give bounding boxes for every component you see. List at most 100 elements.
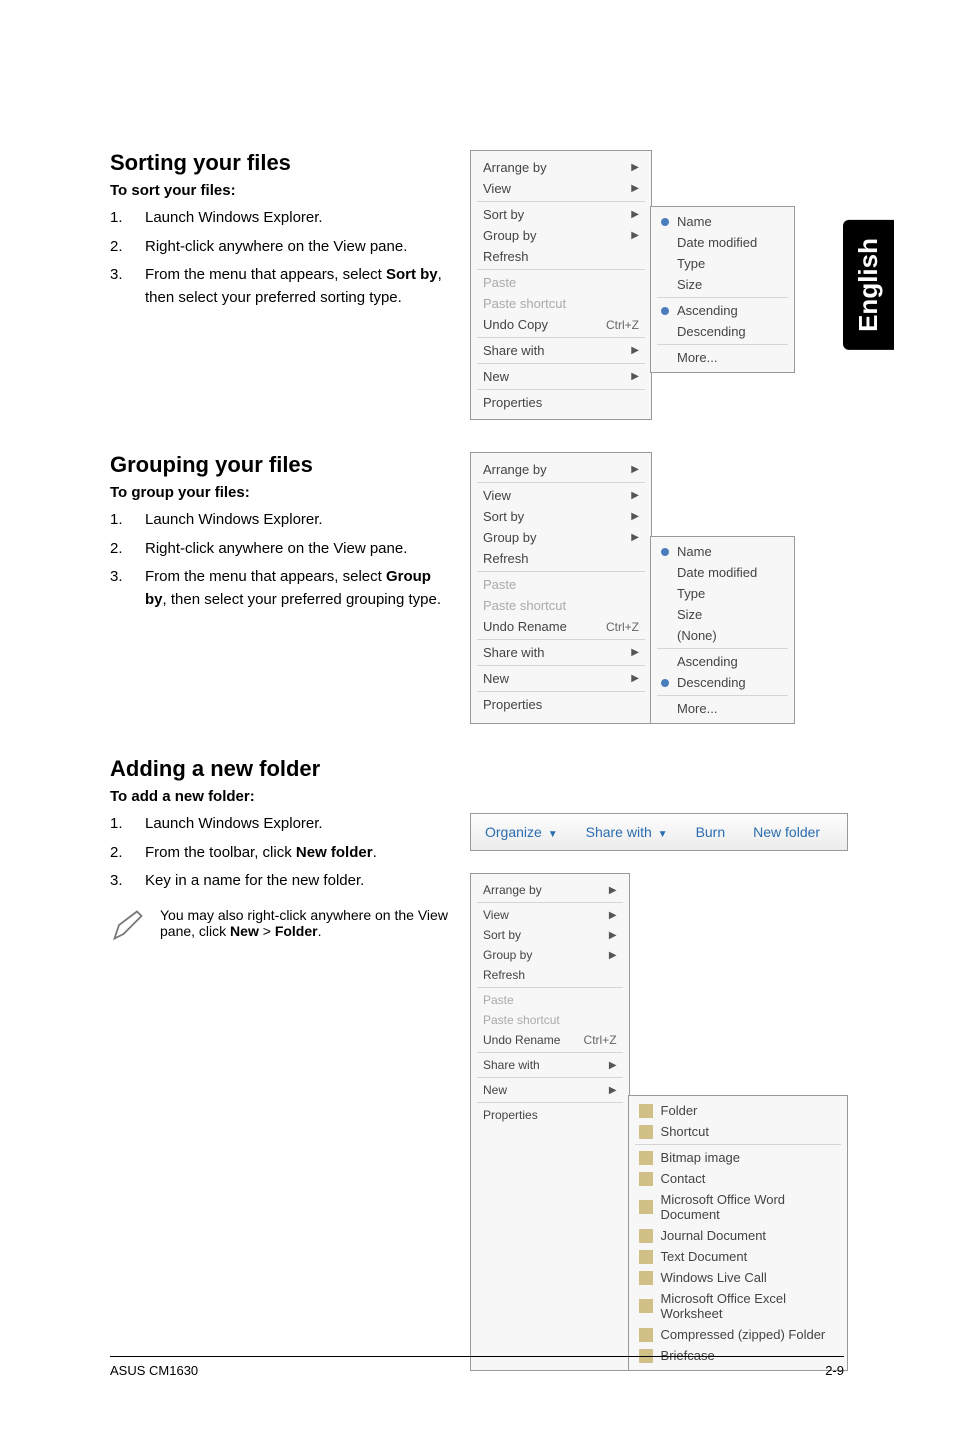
menu-item[interactable]: View▶ — [471, 905, 629, 925]
menu-item[interactable]: Paste — [471, 272, 651, 293]
menu-item[interactable]: Paste shortcut — [471, 1010, 629, 1030]
submenu-item[interactable]: Date modified — [651, 562, 794, 583]
note-box: You may also right-click anywhere on the… — [110, 907, 450, 943]
menu-item[interactable]: New▶ — [471, 1080, 629, 1100]
subhead-newfolder: To add a new folder: — [110, 788, 844, 805]
menu-item[interactable]: View▶ — [471, 485, 651, 506]
section-sorting: Sorting your files To sort your files: 1… — [110, 150, 844, 420]
file-type-icon — [639, 1125, 653, 1139]
menu-item[interactable]: Group by▶ — [471, 945, 629, 965]
submenu-item[interactable]: Descending — [651, 672, 794, 693]
submenu-item[interactable]: Date modified — [651, 232, 794, 253]
menu-item[interactable]: Paste — [471, 574, 651, 595]
menu-item[interactable]: Sort by▶ — [471, 204, 651, 225]
submenu-sortby: NameDate modifiedTypeSize AscendingDescen… — [650, 206, 795, 373]
submenu-item[interactable]: Descending — [651, 321, 794, 342]
menu-item[interactable]: View▶ — [471, 178, 651, 199]
chevron-right-icon: ▶ — [631, 162, 639, 173]
menu-item[interactable]: New▶ — [471, 668, 651, 689]
steps-newfolder: 1.Launch Windows Explorer. 2.From the to… — [110, 813, 450, 893]
submenu-item[interactable]: Contact — [629, 1168, 847, 1189]
menu-item[interactable]: Properties — [471, 392, 651, 413]
chevron-right-icon: ▶ — [631, 511, 639, 522]
bullet-icon — [661, 307, 669, 315]
file-type-icon — [639, 1229, 653, 1243]
bullet-icon — [661, 218, 669, 226]
menu-item[interactable]: Group by▶ — [471, 527, 651, 548]
section-newfolder: Adding a new folder To add a new folder:… — [110, 756, 844, 1371]
menu-item[interactable]: Properties — [471, 1105, 629, 1125]
file-type-icon — [639, 1299, 653, 1313]
submenu-item[interactable]: Text Document — [629, 1246, 847, 1267]
menu-item[interactable]: Paste shortcut — [471, 595, 651, 616]
menu-item[interactable]: Undo RenameCtrl+Z — [471, 616, 651, 637]
chevron-right-icon: ▶ — [631, 183, 639, 194]
submenu-item[interactable]: Bitmap image — [629, 1147, 847, 1168]
menu-item[interactable]: Arrange by▶ — [471, 459, 651, 480]
submenu-item[interactable]: (None) — [651, 625, 794, 646]
menu-item[interactable]: New▶ — [471, 366, 651, 387]
submenu-item[interactable]: Microsoft Office Word Document — [629, 1189, 847, 1225]
menu-item[interactable]: Undo CopyCtrl+Z — [471, 314, 651, 335]
footer-right: 2-9 — [825, 1363, 844, 1378]
toolbar-burn[interactable]: Burn — [696, 824, 726, 840]
submenu-item[interactable]: Ascending — [651, 300, 794, 321]
file-type-icon — [639, 1172, 653, 1186]
section-grouping: Grouping your files To group your files:… — [110, 452, 844, 724]
menu-item[interactable]: Arrange by▶ — [471, 880, 629, 900]
chevron-down-icon: ▼ — [548, 829, 558, 840]
submenu-item[interactable]: Folder — [629, 1100, 847, 1121]
menu-item[interactable]: Share with▶ — [471, 1055, 629, 1075]
toolbar-sharewith[interactable]: Share with ▼ — [586, 824, 668, 840]
submenu-item[interactable]: Shortcut — [629, 1121, 847, 1142]
file-type-icon — [639, 1328, 653, 1342]
submenu-item[interactable]: More... — [651, 347, 794, 368]
submenu-item[interactable]: Size — [651, 274, 794, 295]
menu-item[interactable]: Properties — [471, 694, 651, 715]
submenu-item[interactable]: Journal Document — [629, 1225, 847, 1246]
bullet-icon — [661, 679, 669, 687]
menu-item[interactable]: Refresh — [471, 965, 629, 985]
menu-item[interactable]: Refresh — [471, 246, 651, 267]
file-type-icon — [639, 1104, 653, 1118]
context-menu-sortby: Arrange by▶View▶ Sort by▶Group by▶Refresh… — [470, 150, 844, 420]
steps-grouping: 1.Launch Windows Explorer. 2.Right-click… — [110, 509, 450, 611]
menu-item[interactable]: Sort by▶ — [471, 925, 629, 945]
note-text: You may also right-click anywhere on the… — [160, 907, 450, 939]
chevron-down-icon: ▼ — [658, 829, 668, 840]
context-menu-new: Arrange by▶ View▶Sort by▶Group by▶Refresh… — [470, 873, 848, 1371]
menu-item[interactable]: Arrange by▶ — [471, 157, 651, 178]
menu-item[interactable]: Refresh — [471, 548, 651, 569]
toolbar-newfolder[interactable]: New folder — [753, 824, 820, 840]
pencil-icon — [110, 907, 146, 943]
submenu-item[interactable]: Ascending — [651, 651, 794, 672]
chevron-right-icon: ▶ — [609, 1060, 617, 1071]
submenu-item[interactable]: Name — [651, 211, 794, 232]
chevron-right-icon: ▶ — [631, 532, 639, 543]
submenu-item[interactable]: More... — [651, 698, 794, 719]
submenu-item[interactable]: Size — [651, 604, 794, 625]
chevron-right-icon: ▶ — [631, 647, 639, 658]
menu-item[interactable]: Paste — [471, 990, 629, 1010]
chevron-right-icon: ▶ — [631, 673, 639, 684]
submenu-item[interactable]: Name — [651, 541, 794, 562]
language-tab: English — [843, 220, 894, 350]
submenu-item[interactable]: Compressed (zipped) Folder — [629, 1324, 847, 1345]
file-type-icon — [639, 1200, 653, 1214]
menu-item[interactable]: Sort by▶ — [471, 506, 651, 527]
menu-item[interactable]: Share with▶ — [471, 642, 651, 663]
context-menu-primary-3: Arrange by▶ View▶Sort by▶Group by▶Refresh… — [470, 873, 630, 1371]
submenu-item[interactable]: Windows Live Call — [629, 1267, 847, 1288]
submenu-item[interactable]: Type — [651, 253, 794, 274]
subhead-sorting: To sort your files: — [110, 182, 450, 199]
menu-item[interactable]: Group by▶ — [471, 225, 651, 246]
submenu-item[interactable]: Microsoft Office Excel Worksheet — [629, 1288, 847, 1324]
menu-item[interactable]: Share with▶ — [471, 340, 651, 361]
heading-sorting: Sorting your files — [110, 150, 450, 176]
subhead-grouping: To group your files: — [110, 484, 450, 501]
menu-item[interactable]: Paste shortcut — [471, 293, 651, 314]
chevron-right-icon: ▶ — [631, 371, 639, 382]
menu-item[interactable]: Undo RenameCtrl+Z — [471, 1030, 629, 1050]
toolbar-organize[interactable]: Organize ▼ — [485, 824, 558, 840]
submenu-item[interactable]: Type — [651, 583, 794, 604]
